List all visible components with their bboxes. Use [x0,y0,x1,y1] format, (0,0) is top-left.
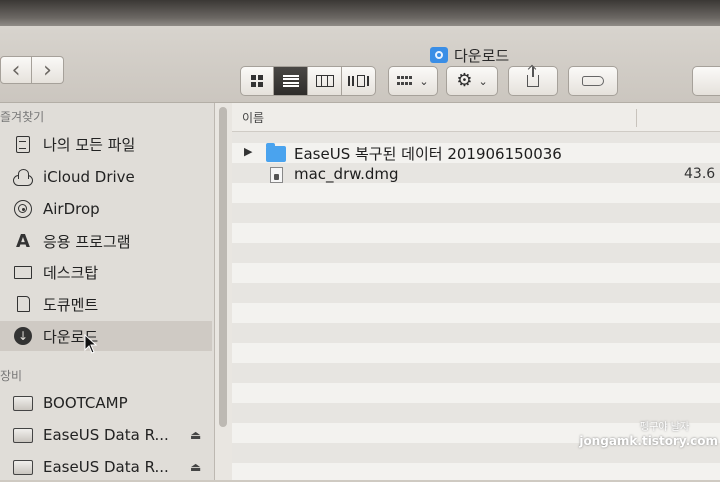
back-icon: ‹ [11,57,21,83]
sidebar-item-label: iCloud Drive [43,168,135,186]
arrange-icon [397,76,413,86]
sidebar-item-documents[interactable]: 도큐멘트 [0,289,212,319]
arrange-button[interactable]: ⌄ [388,66,438,96]
sidebar-item-airdrop[interactable]: AirDrop [0,194,212,224]
file-size: 43.6 [684,166,716,182]
sidebar-item-applications[interactable]: A 응용 프로그램 [0,226,212,256]
disk-icon [12,393,34,413]
tag-icon [582,76,604,86]
window-title: 다운로드 [430,45,509,65]
folder-icon [266,143,286,162]
all-files-icon [12,134,34,154]
cloud-icon [12,167,34,187]
file-name: mac_drw.dmg [294,165,399,183]
sidebar-item-desktop[interactable]: 데스크탑 [0,257,212,287]
mouse-cursor-icon [84,334,98,354]
chevron-down-icon: ⌄ [478,74,488,88]
icon-view-button[interactable] [240,66,274,96]
chevron-down-icon: ⌄ [419,74,429,88]
gear-icon: ⚙ [456,70,473,91]
tag-button[interactable] [568,66,618,96]
sidebar-item-label: EaseUS Data R... [43,458,169,476]
list-header: 이름 [232,103,720,132]
sidebar-item-icloud[interactable]: iCloud Drive [0,162,212,192]
sidebar-item-easeus-1[interactable]: EaseUS Data R... ⏏ [0,420,212,450]
downloads-folder-icon [430,47,448,63]
eject-icon[interactable]: ⏏ [190,428,201,442]
coverflow-view-button[interactable] [342,66,376,96]
view-switcher [240,66,376,96]
disk-icon [12,425,34,445]
back-button[interactable]: ‹ [0,56,32,84]
sidebar-item-easeus-2[interactable]: EaseUS Data R... ⏏ [0,452,212,482]
disk-icon [12,457,34,477]
forward-button[interactable]: › [32,56,64,84]
sidebar-scrollbar[interactable] [219,107,227,427]
eject-icon[interactable]: ⏏ [190,460,201,474]
sidebar-item-label: EaseUS Data R... [43,426,169,444]
share-icon [527,67,539,87]
disclosure-triangle-icon[interactable]: ▶ [244,145,252,158]
list-view-button[interactable] [274,66,308,96]
columns-icon [315,75,334,87]
file-name: EaseUS 복구된 데이터 201906150036 [294,145,562,163]
devices-heading: 장비 [0,369,23,383]
search-button[interactable] [692,66,720,96]
documents-icon [12,294,34,314]
finder-window: 다운로드 ‹ › ⌄ ⚙ ⌄ 즐겨찾기 나의 모든 파일 iCloud Driv… [0,0,720,480]
sidebar-item-bootcamp[interactable]: BOOTCAMP [0,388,212,418]
navigation-buttons: ‹ › [0,56,64,84]
column-divider[interactable] [636,109,637,127]
sidebar-item-label: 나의 모든 파일 [43,135,136,154]
share-button[interactable] [508,66,558,96]
watermark-url: jongamk.tistory.com [579,434,718,448]
sidebar-item-label: BOOTCAMP [43,394,128,412]
table-row[interactable]: ▶ EaseUS 복구된 데이터 201906150036 [232,142,720,164]
dmg-file-icon [266,165,283,183]
watermark-title: 펭구야 날자 [640,422,690,433]
action-button[interactable]: ⚙ ⌄ [446,66,498,96]
window-title-text: 다운로드 [454,46,510,65]
table-row[interactable]: mac_drw.dmg 43.6 [232,164,720,186]
sidebar-item-label: 응용 프로그램 [43,232,131,251]
desktop-icon [12,262,34,282]
download-icon: ↓ [12,326,34,346]
sidebar-item-all-files[interactable]: 나의 모든 파일 [0,129,212,159]
sidebar-item-label: 도큐멘트 [43,295,99,314]
applications-icon: A [16,230,30,252]
coverflow-icon [347,75,370,87]
sidebar-item-downloads[interactable]: ↓ 다운로드 [0,321,212,351]
column-view-button[interactable] [308,66,342,96]
favorites-heading: 즐겨찾기 [0,110,45,124]
sidebar-item-label: AirDrop [43,200,100,218]
icon-grid-icon [251,75,263,87]
sidebar: 즐겨찾기 나의 모든 파일 iCloud Drive AirDrop A 응용 … [0,103,215,480]
sidebar-item-label: 데스크탑 [43,263,99,282]
column-header-name[interactable]: 이름 [242,109,264,126]
airdrop-icon [12,199,34,219]
forward-icon: › [43,57,52,83]
list-icon [282,75,299,87]
